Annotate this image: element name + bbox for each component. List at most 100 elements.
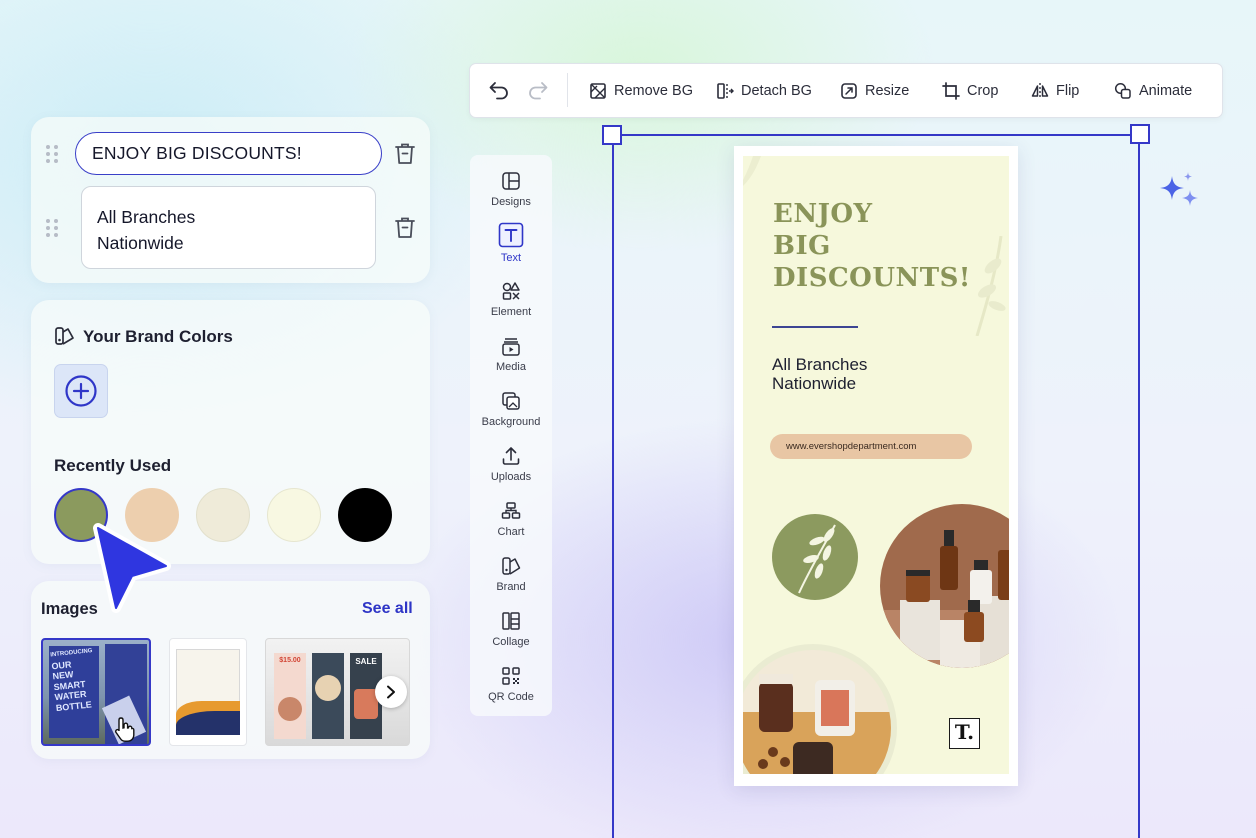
- remove-background-icon: [590, 82, 606, 99]
- sidebar-item-media[interactable]: Media: [470, 335, 552, 373]
- ai-sparkle-icon: [1160, 172, 1198, 206]
- sidebar-item-label: Element: [490, 306, 532, 318]
- add-brand-color-button[interactable]: [54, 364, 108, 418]
- animate-icon: [1114, 82, 1131, 99]
- product-photo: [743, 644, 897, 774]
- food-graphic: [315, 675, 341, 701]
- sidebar-item-collage[interactable]: Collage: [470, 610, 552, 648]
- media-icon: [502, 338, 520, 356]
- flip-button[interactable]: Flip: [1031, 63, 1079, 118]
- chevron-right-icon: [387, 685, 395, 699]
- drag-handle-icon[interactable]: [46, 145, 58, 163]
- sidebar-item-label: Designs: [491, 196, 531, 208]
- poster-headline-line: ENJOY: [773, 199, 873, 229]
- resize-handle[interactable]: [602, 125, 622, 145]
- text-icon: [498, 222, 524, 248]
- sidebar-item-brand[interactable]: Brand: [470, 555, 552, 593]
- sidebar-item-designs[interactable]: Designs: [470, 170, 552, 208]
- redo-icon[interactable]: [527, 80, 549, 100]
- resize-button[interactable]: Resize: [840, 63, 909, 118]
- sidebar-item-chart[interactable]: Chart: [470, 500, 552, 538]
- see-all-link[interactable]: See all: [362, 600, 413, 618]
- upload-icon: [502, 447, 520, 465]
- collage-icon: [502, 612, 520, 630]
- sidebar-item-element[interactable]: Element: [470, 280, 552, 318]
- leaf-decoration: [743, 156, 761, 186]
- poster-headline-line: BIG: [773, 231, 831, 261]
- recently-used-label: Recently Used: [54, 456, 172, 475]
- price-text: $15.00: [279, 657, 301, 664]
- sidebar-item-uploads[interactable]: Uploads: [470, 445, 552, 483]
- sidebar-item-label: Collage: [492, 636, 530, 648]
- banner-text: INTRODUCING OUR NEW SMART WATER BOTTLE: [50, 646, 100, 713]
- subtext-text-field[interactable]: All Branches Nationwide: [81, 186, 376, 269]
- drag-handle-icon[interactable]: [46, 219, 58, 237]
- sidebar-item-label: Text: [500, 252, 522, 264]
- resize-handle[interactable]: [1130, 124, 1150, 144]
- banner-graphic: [176, 711, 240, 735]
- subtext-line: All Branches: [97, 207, 196, 227]
- sidebar-item-label: Brand: [496, 581, 526, 593]
- brand-palette-icon: [502, 557, 521, 575]
- resize-label: Resize: [865, 82, 910, 99]
- detach-bg-label: Detach BG: [741, 82, 812, 99]
- poster-headline-line: DISCOUNTS!: [773, 263, 971, 293]
- image-thumbnail[interactable]: $15.00 SALE: [265, 638, 410, 746]
- color-swatch[interactable]: [196, 488, 250, 542]
- delete-trash-icon[interactable]: [393, 215, 417, 241]
- sale-text: SALE: [355, 657, 377, 666]
- animate-label: Animate: [1139, 82, 1193, 99]
- flip-label: Flip: [1056, 82, 1080, 99]
- plus-circle-icon: [65, 375, 97, 407]
- sidebar-item-label: Media: [496, 361, 526, 373]
- banner-graphic: [274, 653, 306, 739]
- detach-bg-button[interactable]: Detach BG: [716, 63, 812, 118]
- remove-bg-button[interactable]: Remove BG: [589, 63, 693, 118]
- brand-colors-title: Your Brand Colors: [83, 327, 233, 346]
- image-thumbnail[interactable]: INTRODUCING OUR NEW SMART WATER BOTTLE: [41, 638, 151, 746]
- toolbar-divider: [567, 73, 568, 107]
- flip-icon: [1031, 82, 1049, 99]
- resize-icon: [841, 82, 857, 99]
- crop-icon: [942, 81, 960, 100]
- sidebar-item-label: QR Code: [488, 691, 534, 703]
- next-arrow-button[interactable]: [375, 676, 407, 708]
- color-swatch[interactable]: [338, 488, 392, 542]
- background-icon: [502, 392, 520, 410]
- poster-url-pill[interactable]: www.evershopdepartment.com: [770, 434, 972, 459]
- layout-icon: [502, 172, 520, 190]
- crop-label: Crop: [967, 82, 999, 99]
- animate-button[interactable]: Animate: [1114, 63, 1192, 118]
- headline-text-field[interactable]: ENJOY BIG DISCOUNTS!: [75, 132, 382, 175]
- sidebar-item-background[interactable]: Background: [470, 390, 552, 428]
- detach-background-icon: [717, 82, 734, 99]
- sidebar-item-qr-code[interactable]: QR Code: [470, 665, 552, 703]
- cursor-arrow-icon: [93, 523, 171, 613]
- poster-subtext[interactable]: All Branches Nationwide: [772, 355, 867, 393]
- qr-code-icon: [502, 667, 520, 685]
- hand-pointer-icon: [114, 717, 135, 742]
- sidebar-item-text[interactable]: Text: [470, 222, 552, 264]
- poster-design[interactable]: ENJOY BIG DISCOUNTS! All Branches Nation…: [743, 156, 1009, 774]
- chart-icon: [501, 502, 521, 519]
- food-graphic: [278, 697, 302, 721]
- sidebar-item-label: Chart: [497, 526, 525, 538]
- poster-divider: [772, 326, 858, 328]
- undo-icon[interactable]: [488, 80, 510, 100]
- poster-headline[interactable]: ENJOY BIG DISCOUNTS!: [773, 198, 971, 294]
- leaf-badge: [772, 514, 858, 600]
- brand-palette-icon: [55, 327, 74, 345]
- sidebar-item-label: Uploads: [490, 471, 532, 483]
- leaf-decoration: [975, 236, 1006, 336]
- poster-logo: T.: [949, 718, 980, 749]
- crop-button[interactable]: Crop: [942, 63, 998, 118]
- poster-subtext-line: Nationwide: [772, 374, 857, 393]
- poster-subtext-line: All Branches: [772, 355, 868, 374]
- shapes-icon: [502, 282, 520, 300]
- sidebar-item-label: Background: [481, 416, 541, 428]
- subtext-line: Nationwide: [97, 233, 184, 253]
- remove-bg-label: Remove BG: [614, 82, 693, 99]
- delete-trash-icon[interactable]: [393, 141, 417, 167]
- color-swatch[interactable]: [267, 488, 321, 542]
- image-thumbnail[interactable]: [169, 638, 247, 746]
